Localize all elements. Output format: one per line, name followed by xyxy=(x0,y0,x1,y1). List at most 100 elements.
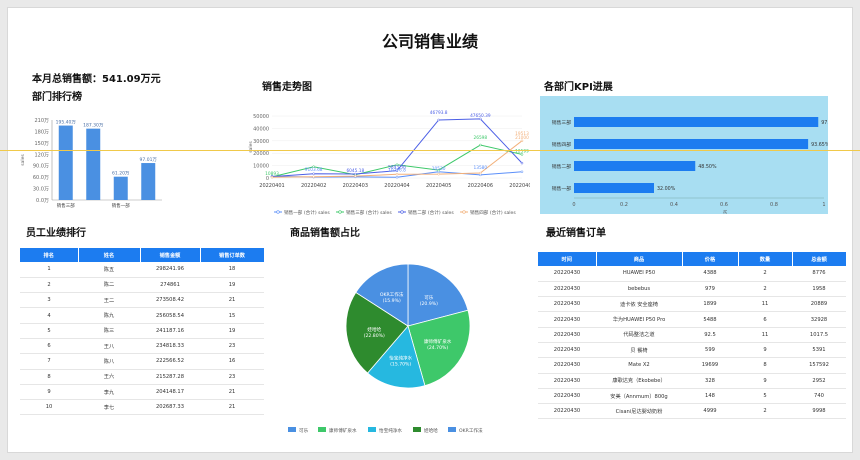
table-cell: 王二 xyxy=(78,292,140,309)
staff-table-row: 5 陈三 241187.16 19 xyxy=(20,323,264,339)
table-cell: 11 xyxy=(738,296,792,313)
staff-table-row: 8 王六 215287.28 23 xyxy=(20,369,264,385)
kpi-bar xyxy=(574,139,809,149)
trend-y-tick: 50000 xyxy=(253,114,269,120)
section-title-orders: 最近销售订单 xyxy=(546,228,606,239)
pie-slice-label: 怡宝纯净水 xyxy=(389,354,412,361)
dept-y-tick: 120万 xyxy=(34,152,49,158)
table-header-cell: 排名 xyxy=(20,248,79,262)
table-cell: 1899 xyxy=(682,296,738,313)
trend-point xyxy=(520,170,524,174)
pie-legend-item: 可乐 xyxy=(299,427,309,434)
table-cell: 华为HUAWEI P50 Pro xyxy=(596,311,682,328)
dept-bar-label: 97.01万 xyxy=(140,157,158,163)
table-cell: 20220430 xyxy=(538,388,596,405)
table-cell: 32928 xyxy=(792,311,846,328)
orders-table-row: 20220430 HUAWEI P50 4388 2 8776 xyxy=(538,266,846,282)
kpi-bar xyxy=(574,161,696,171)
trend-data-label: 19513 xyxy=(515,131,529,137)
total-sales-label: 本月总销售额：541.09万元 xyxy=(32,74,161,85)
pie-slice-percent: (15.9%) xyxy=(383,298,401,304)
kpi-panel: 销售一部 32.00% 销售二部 48.50% 销售四部 93.65% 销售三部 97.7 0 0… xyxy=(540,96,832,216)
table-cell: 20220430 xyxy=(538,296,596,313)
trend-legend-dot xyxy=(276,210,280,214)
pie-legend-item: 娃哈哈 xyxy=(424,427,438,434)
table-cell: 8 xyxy=(20,369,78,385)
staff-table-row: 4 陈九 256058.54 15 xyxy=(20,307,264,324)
orders-table-row: 20220430 bebebus 979 2 1958 xyxy=(538,281,846,298)
trend-data-label: 13580 xyxy=(473,165,487,171)
table-cell: 740 xyxy=(792,388,846,405)
pie-legend-item: 康师傅矿泉水 xyxy=(329,427,357,434)
table-cell: 1 xyxy=(20,262,78,278)
pie-legend-item: 怡宝纯净水 xyxy=(379,427,402,434)
table-cell: 迪卡侬 安全座椅 xyxy=(596,296,682,313)
trend-legend-item: 销售二部 (合计) sales xyxy=(408,209,454,216)
staff-table-row: 1 陈五 298241.96 18 xyxy=(20,262,264,278)
table-cell: 5 xyxy=(738,388,792,405)
dept-bar xyxy=(86,128,101,200)
trend-y-tick: 10000 xyxy=(253,164,269,170)
dept-y-tick: 150万 xyxy=(34,141,49,147)
table-cell: 15 xyxy=(200,307,264,324)
kpi-x-label: KPI xyxy=(723,210,728,214)
table-cell: 2 xyxy=(738,281,792,298)
trend-data-label: 46793.8 xyxy=(430,110,448,116)
section-title-dept-rank: 部门排行榜 xyxy=(32,92,82,103)
section-title-kpi: 各部门KPI进展 xyxy=(544,82,613,93)
table-cell: 222566.52 xyxy=(140,353,200,370)
orders-table-row: 20220430 华为HUAWEI P50 Pro 5488 6 32928 xyxy=(538,311,846,328)
table-cell: 157592 xyxy=(792,357,846,374)
table-cell: 2 xyxy=(738,266,792,282)
table-cell: 20220430 xyxy=(538,266,596,282)
dept-y-tick: 180万 xyxy=(34,129,49,135)
pie-slice-percent: (20.9%) xyxy=(420,301,438,307)
table-header-cell: 数量 xyxy=(738,252,793,266)
table-cell: 4388 xyxy=(682,266,738,282)
kpi-x-tick: 0.6 xyxy=(720,202,728,208)
table-header-cell: 销售订单数 xyxy=(200,248,265,262)
section-title-share: 商品销售额占比 xyxy=(290,228,360,239)
table-cell: 陈二 xyxy=(78,277,140,294)
table-cell: 23 xyxy=(200,338,264,355)
table-cell: 19699 xyxy=(682,357,738,374)
table-cell: Mate X2 xyxy=(596,357,682,374)
trend-legend-dot xyxy=(462,210,466,214)
trend-line-chart: 01000020000300004000050000sales20220401 2… xyxy=(248,110,530,216)
table-header-cell: 销售金额 xyxy=(140,248,201,262)
trend-data-label: 10893 xyxy=(265,171,279,177)
orders-table-row: 20220430 贝 餐椅 599 9 5391 xyxy=(538,342,846,359)
kpi-x-tick: 0.4 xyxy=(670,202,678,208)
table-cell: 9 xyxy=(20,384,78,401)
table-cell: 298241.96 xyxy=(140,262,200,278)
dashboard-canvas: 公司销售业绩 本月总销售额：541.09万元 部门排行榜 0.0万 30.0万 60… xyxy=(7,7,853,453)
trend-point xyxy=(520,161,524,165)
staff-table-row: 10 李七 202687.33 21 xyxy=(20,399,264,416)
table-cell: 7 xyxy=(20,353,78,370)
table-cell: Cisani尼达婴幼奶粉 xyxy=(596,403,682,420)
table-cell: 康歌达克（Ekobebe） xyxy=(596,373,682,389)
table-header-cell: 商品 xyxy=(596,252,683,266)
trend-point xyxy=(395,176,399,179)
table-cell: 273508.42 xyxy=(140,292,200,309)
orders-table-row: 20220430 安美（Annmum）800g 148 5 740 xyxy=(538,388,846,405)
trend-y-tick: 20000 xyxy=(253,151,269,157)
table-cell: 18 xyxy=(200,262,264,278)
dept-y-tick: 30.0万 xyxy=(33,187,49,193)
dept-x-tick: 销售一部 xyxy=(112,202,130,209)
dept-y-tick: 210万 xyxy=(34,118,49,124)
kpi-bar-chart: 销售一部 32.00% 销售二部 48.50% 销售四部 93.65% 销售三部 97.7 0 0… xyxy=(552,117,832,216)
trend-data-label: 6045.18 xyxy=(346,168,364,174)
trend-x-tick: 20220405 xyxy=(426,183,451,189)
table-cell: 21 xyxy=(200,399,264,416)
pie-legend-swatch xyxy=(448,427,456,432)
orders-table-row: 20220430 Mate X2 19699 8 157592 xyxy=(538,357,846,374)
table-cell: 陈九 xyxy=(78,307,140,324)
table-cell: 李九 xyxy=(78,384,140,401)
kpi-x-tick: 0 xyxy=(572,202,575,208)
staff-table-row: 9 李九 204148.17 21 xyxy=(20,384,264,401)
dept-x-tick: 销售三部 xyxy=(57,202,75,209)
table-cell: 贝 餐椅 xyxy=(596,342,682,359)
table-cell: 328 xyxy=(682,373,738,389)
trend-y-tick: 0 xyxy=(266,176,269,182)
